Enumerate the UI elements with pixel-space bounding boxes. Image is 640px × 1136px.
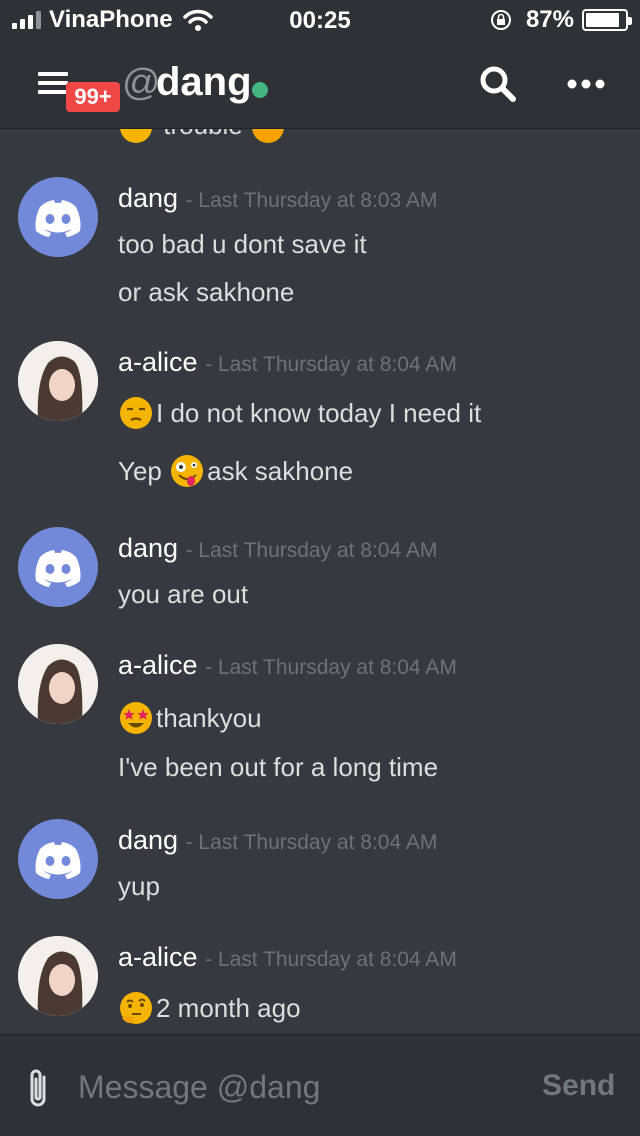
send-button[interactable]: Send bbox=[542, 1069, 615, 1103]
avatar[interactable] bbox=[18, 644, 98, 724]
discord-logo-icon bbox=[35, 550, 81, 587]
battery-icon bbox=[582, 9, 632, 31]
message-author[interactable]: a-alice - Last Thursday at 8:04 AM bbox=[118, 650, 457, 681]
message-author[interactable]: dang - Last Thursday at 8:04 AM bbox=[118, 533, 437, 564]
message-timestamp: - Last Thursday at 8:04 AM bbox=[185, 831, 438, 854]
message-line: Yep ask sakhone bbox=[118, 453, 353, 489]
zany-face-emoji-icon bbox=[171, 455, 204, 487]
user-photo-icon bbox=[18, 644, 98, 724]
message-text: too bad u dont save it bbox=[118, 229, 367, 259]
message-author[interactable]: dang - Last Thursday at 8:04 AM bbox=[118, 825, 437, 856]
message-timestamp: - Last Thursday at 8:04 AM bbox=[185, 539, 438, 562]
menu-icon[interactable] bbox=[38, 72, 68, 94]
message-text: I do not know today I need it bbox=[156, 397, 482, 428]
status-bar: VinaPhone 00:25 87% bbox=[0, 0, 640, 40]
message-text: I've been out for a long time bbox=[118, 752, 439, 782]
user-photo-icon bbox=[18, 341, 98, 421]
channel-title: dang bbox=[156, 60, 252, 104]
star-struck-emoji-icon bbox=[120, 702, 152, 734]
message-text: Yep bbox=[118, 455, 170, 486]
notification-badge: 99+ bbox=[66, 82, 120, 112]
partial-message: trouble bbox=[118, 129, 288, 145]
avatar[interactable] bbox=[18, 177, 98, 257]
avatar[interactable] bbox=[18, 527, 98, 607]
thinking-face-emoji-icon bbox=[120, 992, 152, 1024]
message-timestamp: - Last Thursday at 8:04 AM bbox=[205, 353, 457, 376]
message-list[interactable]: trouble dang - Last Thursday at 8:03 AM … bbox=[0, 129, 640, 1034]
tired-face-emoji-icon bbox=[252, 129, 284, 143]
discord-logo-icon bbox=[35, 200, 81, 237]
message-text: 2 month ago bbox=[156, 992, 301, 1023]
message-text: ask sakhone bbox=[207, 455, 354, 486]
message-timestamp: - Last Thursday at 8:04 AM bbox=[205, 656, 457, 679]
message-text: or ask sakhone bbox=[118, 277, 295, 307]
online-status-dot bbox=[252, 82, 268, 98]
attachment-icon[interactable] bbox=[24, 1065, 52, 1111]
battery-fill bbox=[586, 13, 620, 27]
battery-percent: 87% bbox=[525, 6, 574, 33]
at-symbol: @ bbox=[122, 62, 161, 104]
channel-header: 99+ @ dang bbox=[0, 40, 640, 129]
message-author[interactable]: a-alice - Last Thursday at 8:04 AM bbox=[118, 942, 457, 973]
user-photo-icon bbox=[18, 936, 98, 1016]
partial-message-text: trouble bbox=[163, 129, 243, 140]
message-input[interactable] bbox=[78, 1065, 518, 1109]
more-options-icon[interactable] bbox=[566, 76, 606, 92]
message-line: I do not know today I need it bbox=[118, 395, 481, 431]
avatar[interactable] bbox=[18, 936, 98, 1016]
message-timestamp: - Last Thursday at 8:03 AM bbox=[185, 189, 438, 212]
search-icon[interactable] bbox=[478, 64, 518, 104]
message-timestamp: - Last Thursday at 8:04 AM bbox=[205, 948, 457, 971]
message-line: 2 month ago bbox=[118, 990, 301, 1026]
status-right: 87% bbox=[490, 6, 632, 34]
message-text: you are out bbox=[118, 579, 249, 609]
avatar[interactable] bbox=[18, 341, 98, 421]
message-composer: Send bbox=[0, 1034, 640, 1136]
rotation-lock-icon bbox=[490, 10, 511, 30]
message-line: thankyou bbox=[118, 700, 262, 736]
message-author[interactable]: dang - Last Thursday at 8:03 AM bbox=[118, 183, 437, 214]
message-text: yup bbox=[118, 871, 160, 901]
avatar[interactable] bbox=[18, 819, 98, 899]
unamused-face-emoji-icon bbox=[120, 129, 152, 143]
unamused-face-emoji-icon bbox=[120, 397, 152, 429]
message-text: thankyou bbox=[156, 702, 262, 733]
discord-logo-icon bbox=[35, 842, 81, 879]
message-author[interactable]: a-alice - Last Thursday at 8:04 AM bbox=[118, 347, 457, 378]
